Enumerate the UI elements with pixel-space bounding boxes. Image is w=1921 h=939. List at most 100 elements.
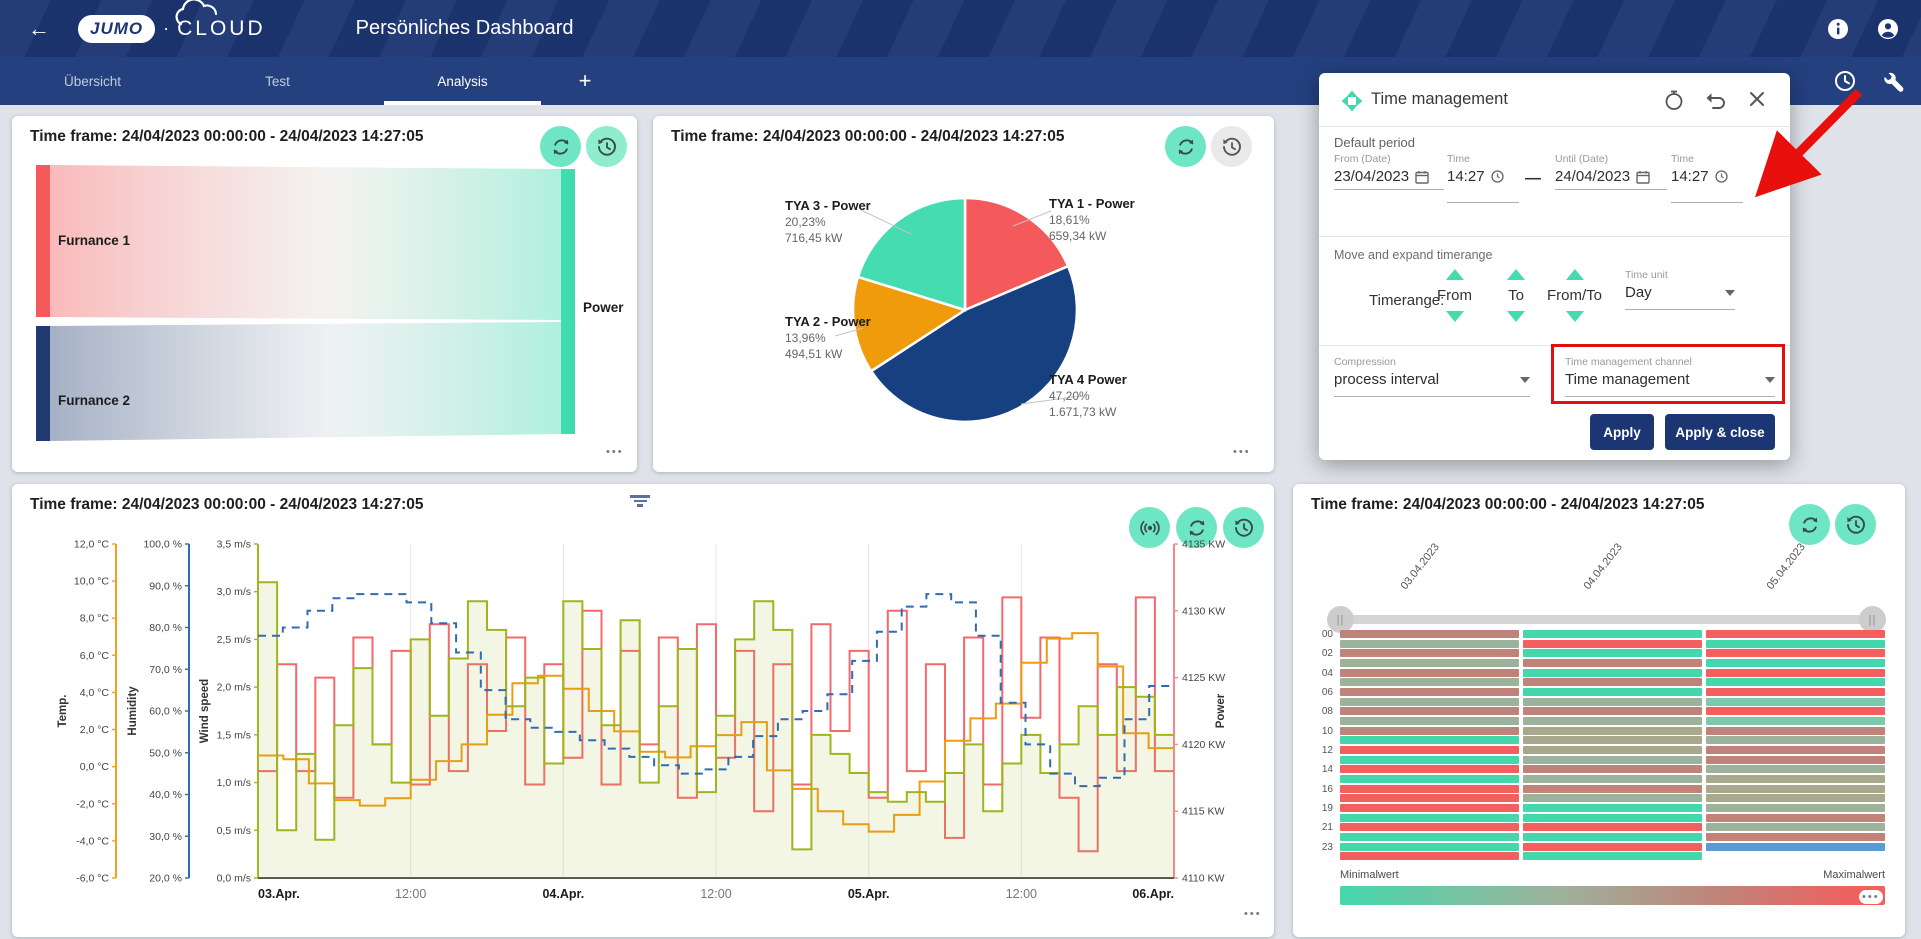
heatmap-cell[interactable] <box>1706 698 1885 706</box>
info-icon[interactable] <box>1827 18 1849 40</box>
heatmap-cell[interactable] <box>1340 765 1519 773</box>
more-options-icon[interactable]: ••• <box>1233 446 1251 458</box>
heatmap-cell[interactable] <box>1706 678 1885 686</box>
heatmap-cell[interactable] <box>1340 775 1519 783</box>
heatmap-cell[interactable] <box>1523 688 1702 696</box>
heatmap-cell[interactable] <box>1340 630 1519 638</box>
slider-handle-right[interactable]: || <box>1859 606 1886 633</box>
heatmap-cell[interactable] <box>1340 736 1519 744</box>
time-unit-value[interactable]: Day <box>1625 284 1652 301</box>
sankey-flow-furnance2-power[interactable] <box>50 322 561 441</box>
compression-value[interactable]: process interval <box>1334 371 1439 388</box>
more-options-icon[interactable]: ••• <box>606 446 624 458</box>
move-to-up-icon[interactable] <box>1507 269 1525 280</box>
heatmap-cell[interactable] <box>1340 707 1519 715</box>
heatmap-cell[interactable] <box>1340 756 1519 764</box>
heatmap-cell[interactable] <box>1523 727 1702 735</box>
tab-test[interactable]: Test <box>185 57 370 105</box>
heatmap-cell[interactable] <box>1523 669 1702 677</box>
dropdown-arrow-icon[interactable] <box>1520 377 1530 383</box>
heatmap-cell[interactable] <box>1340 678 1519 686</box>
move-from-down-icon[interactable] <box>1446 311 1464 322</box>
heatmap-cell[interactable] <box>1706 746 1885 754</box>
heatmap-cell[interactable] <box>1706 843 1885 851</box>
move-fromto-down-icon[interactable] <box>1566 311 1584 322</box>
move-to-down-icon[interactable] <box>1507 311 1525 322</box>
heatmap-cell[interactable] <box>1523 707 1702 715</box>
until-date-value[interactable]: 24/04/2023 <box>1555 168 1630 185</box>
heatmap-cell[interactable] <box>1706 823 1885 831</box>
heatmap-cell[interactable] <box>1340 659 1519 667</box>
heatmap-cell[interactable] <box>1340 794 1519 802</box>
until-time-value[interactable]: 14:27 <box>1671 168 1709 185</box>
heatmap-cell[interactable] <box>1706 765 1885 773</box>
heatmap-cell[interactable] <box>1340 717 1519 725</box>
heatmap-cell[interactable] <box>1706 756 1885 764</box>
heatmap-cell[interactable] <box>1523 698 1702 706</box>
heatmap-cell[interactable] <box>1523 852 1702 860</box>
heatmap-cell[interactable] <box>1523 814 1702 822</box>
history-button[interactable] <box>1835 504 1876 545</box>
heatmap-cell[interactable] <box>1706 630 1885 638</box>
timer-icon[interactable] <box>1663 89 1685 111</box>
sankey-node-furnance2[interactable] <box>36 326 50 441</box>
heatmap-cell[interactable] <box>1523 765 1702 773</box>
move-fromto-up-icon[interactable] <box>1566 269 1584 280</box>
clock-icon[interactable] <box>1491 170 1504 183</box>
heatmap-cell[interactable] <box>1523 678 1702 686</box>
until-date-field[interactable]: Until (Date) 24/04/2023 <box>1555 153 1667 190</box>
heatmap-cell[interactable] <box>1340 833 1519 841</box>
calendar-icon[interactable] <box>1415 170 1429 184</box>
from-date-value[interactable]: 23/04/2023 <box>1334 168 1409 185</box>
heatmap-cell[interactable] <box>1523 746 1702 754</box>
more-options-icon[interactable]: ••• <box>1244 908 1262 920</box>
heatmap-cell[interactable] <box>1706 640 1885 648</box>
heatmap-cell[interactable] <box>1523 843 1702 851</box>
refresh-button[interactable] <box>1789 504 1830 545</box>
tab-uebersicht[interactable]: Übersicht <box>0 57 185 105</box>
heatmap-cell[interactable] <box>1706 727 1885 735</box>
heatmap-cell[interactable] <box>1340 698 1519 706</box>
heatmap-cell[interactable] <box>1706 688 1885 696</box>
heatmap-cell[interactable] <box>1523 823 1702 831</box>
heatmap-cell[interactable] <box>1340 843 1519 851</box>
heatmap-cell[interactable] <box>1706 717 1885 725</box>
clock-icon[interactable] <box>1715 170 1728 183</box>
heatmap-cell[interactable] <box>1706 804 1885 812</box>
heatmap-cell[interactable] <box>1523 756 1702 764</box>
heatmap-cell[interactable] <box>1706 649 1885 657</box>
undo-icon[interactable] <box>1705 89 1727 111</box>
heatmap-cell[interactable] <box>1706 659 1885 667</box>
heatmap-cell[interactable] <box>1340 669 1519 677</box>
tab-analysis[interactable]: Analysis <box>370 57 555 105</box>
wrench-settings-icon[interactable] <box>1881 69 1905 93</box>
until-time-field[interactable]: Time 14:27 <box>1671 153 1743 203</box>
heatmap-cell[interactable] <box>1340 852 1519 860</box>
heatmap-cell[interactable] <box>1706 775 1885 783</box>
heatmap-cell[interactable] <box>1340 746 1519 754</box>
heatmap-cell[interactable] <box>1523 794 1702 802</box>
user-account-icon[interactable] <box>1877 18 1899 40</box>
heatmap-cell[interactable] <box>1340 640 1519 648</box>
heatmap-cell[interactable] <box>1706 833 1885 841</box>
heatmap-cell[interactable] <box>1523 785 1702 793</box>
heatmap-cell[interactable] <box>1706 785 1885 793</box>
history-button[interactable] <box>586 126 627 167</box>
heatmap-cell[interactable] <box>1340 823 1519 831</box>
calendar-icon[interactable] <box>1636 170 1650 184</box>
apply-button[interactable]: Apply <box>1590 414 1654 450</box>
heatmap-cell[interactable] <box>1523 833 1702 841</box>
heatmap-cell[interactable] <box>1523 717 1702 725</box>
from-time-value[interactable]: 14:27 <box>1447 168 1485 185</box>
heatmap-cell[interactable] <box>1706 794 1885 802</box>
heatmap-cell[interactable] <box>1340 814 1519 822</box>
heatmap-cell[interactable] <box>1340 727 1519 735</box>
back-icon[interactable]: ← <box>28 16 50 42</box>
move-from-up-icon[interactable] <box>1446 269 1464 280</box>
heatmap-cell[interactable] <box>1706 669 1885 677</box>
sankey-node-furnance1[interactable] <box>36 165 50 317</box>
apply-close-button[interactable]: Apply & close <box>1665 414 1775 450</box>
add-tab-button[interactable]: + <box>555 57 615 105</box>
heatmap-cell[interactable] <box>1523 736 1702 744</box>
from-date-field[interactable]: From (Date) 23/04/2023 <box>1334 153 1444 190</box>
